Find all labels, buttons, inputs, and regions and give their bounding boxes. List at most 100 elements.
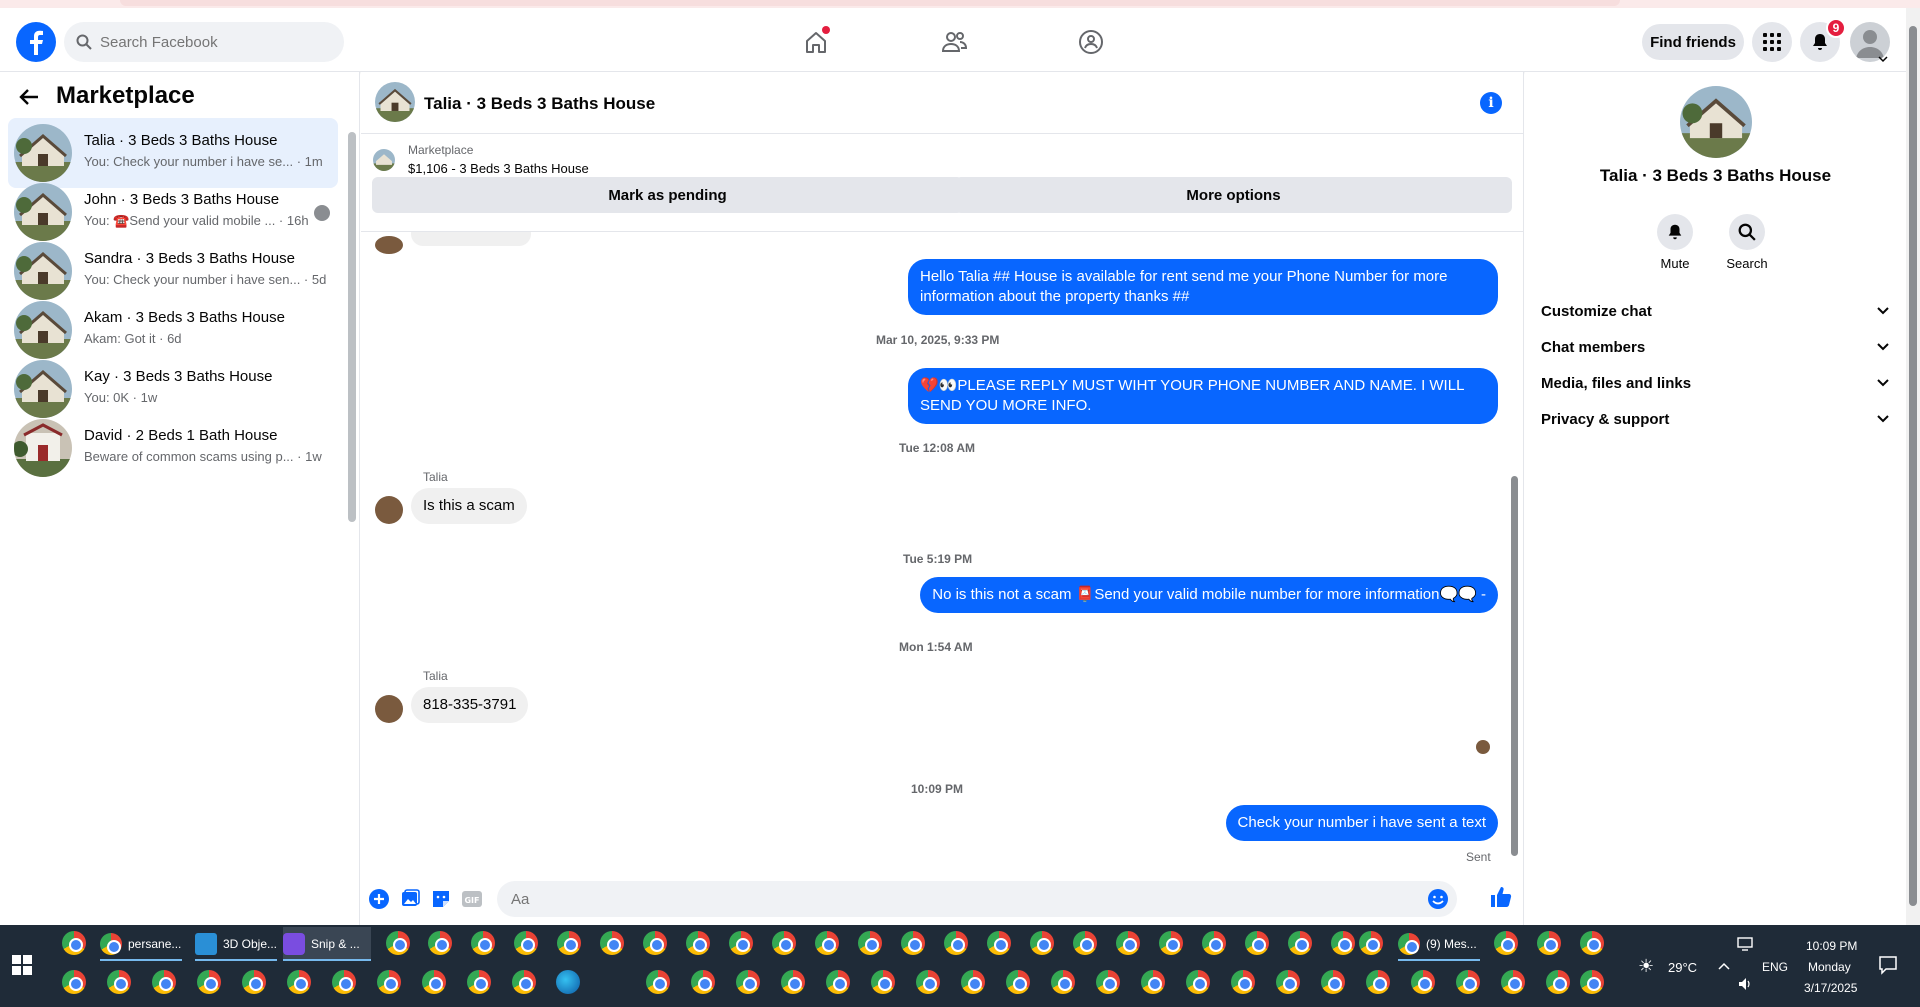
search-action[interactable]: Search [1717, 214, 1777, 271]
incoming-message[interactable]: Is this a scam [411, 488, 527, 524]
chrome-taskbar-icon[interactable] [1051, 970, 1075, 994]
home-icon[interactable] [800, 26, 832, 58]
chrome-taskbar-icon[interactable] [1141, 970, 1165, 994]
chrome-taskbar-icon[interactable] [287, 970, 311, 994]
search-box[interactable] [64, 22, 344, 62]
chrome-taskbar-icon[interactable] [1073, 931, 1097, 955]
chrome-taskbar-icon[interactable] [944, 931, 968, 955]
chrome-taskbar-icon[interactable] [1580, 970, 1604, 994]
language-indicator[interactable]: ENG [1762, 960, 1788, 974]
chrome-taskbar-icon[interactable] [512, 970, 536, 994]
clock-date[interactable]: 3/17/2025 [1804, 981, 1857, 995]
chrome-taskbar-icon[interactable] [242, 970, 266, 994]
chrome-taskbar-icon[interactable] [826, 970, 850, 994]
chrome-taskbar-icon[interactable] [961, 970, 985, 994]
chrome-taskbar-icon[interactable] [1159, 931, 1183, 955]
chrome-taskbar-icon[interactable] [1411, 970, 1435, 994]
facebook-logo-icon[interactable] [16, 22, 56, 62]
search-icon[interactable] [1729, 214, 1765, 250]
media-files-links-section[interactable]: Media, files and links [1541, 366, 1891, 402]
message-input-field[interactable] [497, 881, 1457, 917]
back-arrow-icon[interactable] [18, 86, 40, 113]
chrome-taskbar-icon[interactable] [686, 931, 710, 955]
clock-time[interactable]: 10:09 PM [1806, 939, 1857, 953]
chrome-taskbar-icon[interactable] [1288, 931, 1312, 955]
chrome-taskbar-icon[interactable] [1116, 931, 1140, 955]
clock-day[interactable]: Monday [1808, 960, 1851, 974]
conversation-list-scroll-thumb[interactable] [348, 132, 356, 522]
chrome-taskbar-icon[interactable] [736, 970, 760, 994]
groups-icon[interactable] [1075, 26, 1107, 58]
chrome-taskbar-icon[interactable] [916, 970, 940, 994]
chrome-taskbar-icon[interactable] [377, 970, 401, 994]
windows-start-icon[interactable] [12, 955, 32, 980]
chrome-taskbar-icon[interactable] [107, 970, 131, 994]
chrome-taskbar-icon[interactable] [815, 931, 839, 955]
chrome-taskbar-icon[interactable] [729, 931, 753, 955]
chrome-taskbar-icon[interactable] [422, 970, 446, 994]
taskbar-window-3d-objects[interactable]: 3D Obje... [195, 927, 277, 961]
gif-icon[interactable]: GIF [461, 888, 483, 910]
mute-action[interactable]: Mute [1645, 214, 1705, 271]
chrome-taskbar-icon[interactable] [1186, 970, 1210, 994]
network-icon[interactable] [1737, 937, 1753, 954]
chrome-taskbar-icon[interactable] [386, 931, 410, 955]
customize-chat-section[interactable]: Customize chat [1541, 294, 1891, 330]
chrome-taskbar-icon[interactable] [1321, 970, 1345, 994]
chrome-taskbar-icon[interactable] [781, 970, 805, 994]
listing-price-title[interactable]: $1,106 - 3 Beds 3 Baths House [408, 161, 589, 176]
chrome-taskbar-icon[interactable] [858, 931, 882, 955]
chrome-taskbar-icon[interactable] [1366, 970, 1390, 994]
chrome-taskbar-icon[interactable] [62, 970, 86, 994]
page-scroll-thumb[interactable] [1909, 26, 1917, 906]
chrome-taskbar-icon[interactable] [514, 931, 538, 955]
weather-icon[interactable]: ☀ [1638, 956, 1654, 977]
chrome-taskbar-icon[interactable] [1231, 970, 1255, 994]
bell-icon[interactable] [1657, 214, 1693, 250]
thumbs-up-icon[interactable] [1489, 885, 1512, 907]
chrome-taskbar-icon[interactable] [197, 970, 221, 994]
chrome-taskbar-icon[interactable] [557, 931, 581, 955]
outgoing-message[interactable]: 💔👀PLEASE REPLY MUST WIHT YOUR PHONE NUMB… [908, 368, 1498, 424]
chrome-taskbar-icon[interactable] [1202, 931, 1226, 955]
chrome-taskbar-icon[interactable] [1494, 931, 1518, 955]
chrome-taskbar-icon[interactable] [901, 931, 925, 955]
chrome-taskbar-icon[interactable] [467, 970, 491, 994]
sticker-icon[interactable] [430, 888, 452, 910]
menu-grid-icon[interactable] [1752, 22, 1792, 62]
action-center-icon[interactable] [1878, 955, 1898, 978]
search-input[interactable] [100, 22, 336, 62]
notifications-bell-icon[interactable]: 9 [1800, 18, 1846, 62]
chrome-taskbar-icon[interactable] [1331, 931, 1355, 955]
chrome-taskbar-icon[interactable] [1456, 970, 1480, 994]
outgoing-message[interactable]: No is this not a scam 📮Send your valid m… [920, 577, 1498, 613]
chrome-taskbar-icon[interactable] [691, 970, 715, 994]
chrome-taskbar-icon[interactable] [646, 970, 670, 994]
taskbar-window-persane[interactable]: persane... [100, 927, 182, 961]
add-plus-icon[interactable] [368, 888, 390, 910]
chrome-taskbar-icon[interactable] [1096, 970, 1120, 994]
taskbar-window-snip[interactable]: Snip & ... [283, 927, 371, 961]
edge-taskbar-icon[interactable] [556, 970, 580, 994]
page-scrollbar[interactable] [1906, 8, 1920, 925]
chrome-taskbar-icon[interactable] [332, 970, 356, 994]
message-input[interactable] [511, 881, 1411, 917]
chat-scrollbar[interactable] [1509, 242, 1521, 870]
chat-members-section[interactable]: Chat members [1541, 330, 1891, 366]
taskbar-window-messenger[interactable]: (9) Mes... [1398, 927, 1480, 961]
chrome-taskbar-icon[interactable] [1546, 970, 1570, 994]
chrome-taskbar-icon[interactable] [1359, 931, 1383, 955]
conversation-list-scrollbar[interactable] [347, 122, 357, 542]
info-icon[interactable]: i [1480, 92, 1502, 114]
find-friends-button[interactable]: Find friends [1642, 24, 1744, 60]
chrome-taskbar-icon[interactable] [1501, 970, 1525, 994]
chrome-taskbar-icon[interactable] [471, 931, 495, 955]
more-options-button[interactable]: More options [955, 177, 1512, 213]
privacy-support-section[interactable]: Privacy & support [1541, 402, 1891, 438]
chat-scroll-thumb[interactable] [1511, 476, 1518, 856]
chrome-taskbar-icon[interactable] [152, 970, 176, 994]
chrome-taskbar-icon[interactable] [1276, 970, 1300, 994]
chrome-taskbar-icon[interactable] [987, 931, 1011, 955]
photo-icon[interactable] [399, 888, 421, 910]
conversation-item[interactable]: David · 2 Beds 1 Bath House Beware of co… [8, 413, 338, 483]
